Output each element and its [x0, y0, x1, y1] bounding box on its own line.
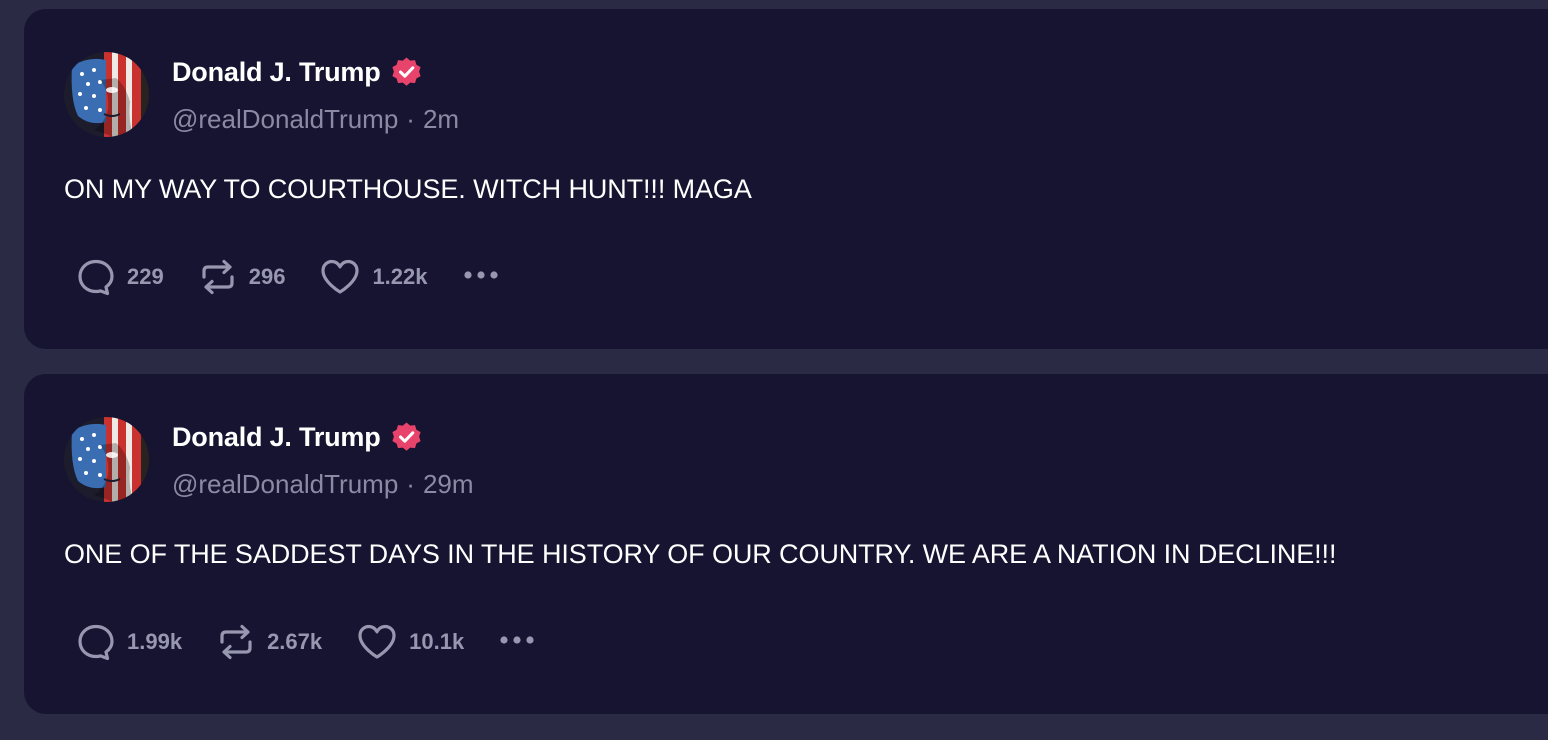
like-button[interactable]: 10.1k [356, 622, 464, 662]
author-display-name[interactable]: Donald J. Trump [172, 422, 381, 453]
reply-button[interactable]: 1.99k [76, 622, 182, 662]
repost-button[interactable]: 2.67k [216, 622, 322, 662]
like-button[interactable]: 1.22k [319, 257, 428, 297]
more-options-button[interactable] [498, 622, 538, 662]
author-meta: @realDonaldTrump · 29m [172, 466, 474, 502]
post-text: ONE OF THE SADDEST DAYS IN THE HISTORY O… [64, 539, 1337, 569]
author-row: Donald J. Trump [172, 418, 423, 456]
post-feed: Donald J. Trump @realDonaldTrump · 2m ON… [0, 0, 1548, 740]
post-card[interactable]: Donald J. Trump @realDonaldTrump · 29m O… [24, 374, 1548, 714]
repost-count: 2.67k [267, 629, 323, 654]
reply-count: 229 [127, 264, 164, 289]
heart-icon [319, 257, 361, 297]
like-count: 1.22k [372, 264, 428, 289]
ellipsis-icon [498, 633, 538, 651]
speech-bubble-icon [76, 622, 116, 662]
repost-button[interactable]: 296 [198, 257, 286, 297]
author-meta: @realDonaldTrump · 2m [172, 101, 459, 137]
avatar[interactable] [64, 417, 149, 502]
ellipsis-icon [462, 268, 502, 286]
repost-arrows-icon [198, 257, 238, 297]
author-handle[interactable]: @realDonaldTrump [172, 104, 398, 135]
post-card[interactable]: Donald J. Trump @realDonaldTrump · 2m ON… [24, 9, 1548, 349]
meta-separator: · [406, 468, 415, 499]
avatar[interactable] [64, 52, 149, 137]
post-actions: 229 296 1.22k [76, 257, 502, 297]
verified-badge-icon [390, 56, 423, 89]
speech-bubble-icon [76, 257, 116, 297]
author-handle[interactable]: @realDonaldTrump [172, 469, 398, 500]
verified-badge-icon [390, 421, 423, 454]
reply-button[interactable]: 229 [76, 257, 164, 297]
author-display-name[interactable]: Donald J. Trump [172, 57, 381, 88]
post-timestamp[interactable]: 2m [423, 104, 459, 135]
post-timestamp[interactable]: 29m [423, 469, 474, 500]
repost-count: 296 [248, 264, 286, 289]
heart-icon [356, 622, 398, 662]
author-row: Donald J. Trump [172, 53, 423, 91]
reply-count: 1.99k [127, 629, 183, 654]
repost-arrows-icon [216, 622, 256, 662]
post-actions: 1.99k 2.67k 10.1k [76, 622, 538, 662]
post-text: ON MY WAY TO COURTHOUSE. WITCH HUNT!!! M… [64, 174, 752, 204]
meta-separator: · [406, 103, 415, 134]
like-count: 10.1k [409, 629, 465, 654]
more-options-button[interactable] [462, 257, 502, 297]
